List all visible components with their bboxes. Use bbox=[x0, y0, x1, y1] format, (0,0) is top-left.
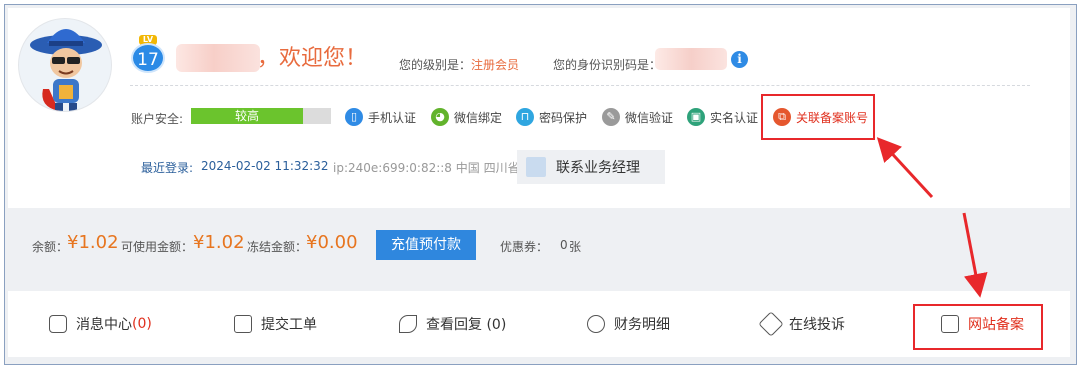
welcome-text: ，欢迎您！ bbox=[257, 46, 368, 71]
contact-manager-button[interactable]: 联系业务经理 bbox=[517, 150, 665, 184]
security-label: 账户安全: bbox=[131, 112, 184, 126]
nav-view-replies-label: 查看回复 (0) bbox=[426, 317, 507, 333]
phone-icon: ▯ bbox=[345, 108, 363, 126]
auth-wechat-bind[interactable]: ◕ 微信绑定 bbox=[431, 107, 502, 127]
highlight-box-link-account bbox=[761, 94, 875, 140]
username-redacted bbox=[176, 44, 260, 72]
frozen-value: ¥0.00 bbox=[306, 232, 358, 253]
member-level-label: 您的级别是： bbox=[399, 58, 472, 72]
eraser-icon bbox=[758, 311, 784, 337]
ticket-icon bbox=[234, 315, 252, 333]
money-bag-icon bbox=[587, 315, 605, 333]
last-login-time: 2024-02-02 11:32:32 bbox=[201, 159, 329, 173]
available-value: ¥1.02 bbox=[193, 232, 245, 253]
coupon-count[interactable]: 0 bbox=[560, 238, 568, 252]
contact-manager-label: 联系业务经理 bbox=[556, 160, 640, 176]
nav-messages-label: 消息中心 bbox=[76, 317, 132, 333]
identity-code-redacted bbox=[655, 48, 727, 70]
nav-messages-count: (0) bbox=[132, 316, 152, 332]
info-icon[interactable]: i bbox=[731, 51, 748, 68]
member-level-value[interactable]: 注册会员 bbox=[471, 56, 519, 73]
quick-nav-bar: 消息中心 (0) 提交工单 查看回复 (0) 财务明细 在线投诉 网站备案 bbox=[8, 291, 1070, 357]
avatar[interactable] bbox=[18, 18, 112, 112]
divider bbox=[130, 85, 1030, 86]
auth-phone[interactable]: ▯ 手机认证 bbox=[345, 107, 416, 127]
security-level-bar: 较高 bbox=[191, 108, 331, 124]
level-badge: LV 17 bbox=[131, 35, 165, 73]
level-badge-number: 17 bbox=[131, 43, 165, 73]
nav-view-replies[interactable]: 查看回复 (0) bbox=[399, 313, 506, 335]
coupon-label: 优惠券： bbox=[500, 240, 549, 254]
message-icon bbox=[49, 315, 67, 333]
nav-complaint[interactable]: 在线投诉 bbox=[758, 311, 845, 337]
auth-password[interactable]: ⊓ 密码保护 bbox=[516, 107, 587, 127]
coupon-unit: 张 bbox=[569, 240, 582, 254]
auth-password-label: 密码保护 bbox=[539, 110, 588, 125]
nav-complaint-label: 在线投诉 bbox=[789, 317, 845, 333]
reply-icon bbox=[399, 315, 417, 333]
highlight-box-icp-filing bbox=[913, 304, 1043, 350]
avatar-cartoon-icon bbox=[30, 29, 102, 111]
lock-icon: ⊓ bbox=[516, 108, 534, 126]
wrench-icon: ✎ bbox=[602, 108, 620, 126]
id-card-icon: ▣ bbox=[687, 108, 705, 126]
balance-label: 余额： bbox=[32, 240, 69, 254]
nav-submit-ticket[interactable]: 提交工单 bbox=[234, 313, 317, 335]
wechat-icon: ◕ bbox=[431, 108, 449, 126]
nav-finance-label: 财务明细 bbox=[614, 317, 670, 333]
auth-wechat-verify[interactable]: ✎ 微信验证 bbox=[602, 107, 673, 127]
nav-messages[interactable]: 消息中心 (0) bbox=[49, 313, 152, 335]
auth-wechat-verify-label: 微信验证 bbox=[625, 110, 674, 125]
balance-value: ¥1.02 bbox=[67, 232, 119, 253]
auth-realname[interactable]: ▣ 实名认证 bbox=[687, 107, 758, 127]
available-label: 可使用金额： bbox=[121, 240, 194, 254]
security-level-text: 较高 bbox=[234, 109, 259, 123]
auth-realname-label: 实名认证 bbox=[710, 110, 759, 125]
auth-wechat-bind-label: 微信绑定 bbox=[454, 110, 503, 125]
identity-code-label: 您的身份识别码是： bbox=[553, 58, 662, 72]
balance-panel: 余额： ¥1.02 可使用金额： ¥1.02 冻结金额： ¥0.00 充值预付款… bbox=[8, 214, 1070, 272]
nav-submit-ticket-label: 提交工单 bbox=[261, 317, 317, 333]
recharge-button[interactable]: 充值预付款 bbox=[376, 230, 476, 260]
manager-avatar-icon bbox=[526, 157, 546, 177]
last-login-ip: ip:240e:699:0:82::8 中国 四川省 bbox=[333, 161, 520, 175]
frozen-label: 冻结金额： bbox=[247, 240, 308, 254]
nav-finance[interactable]: 财务明细 bbox=[587, 313, 670, 335]
last-login-label: 最近登录: bbox=[141, 161, 194, 175]
auth-phone-label: 手机认证 bbox=[368, 110, 417, 125]
